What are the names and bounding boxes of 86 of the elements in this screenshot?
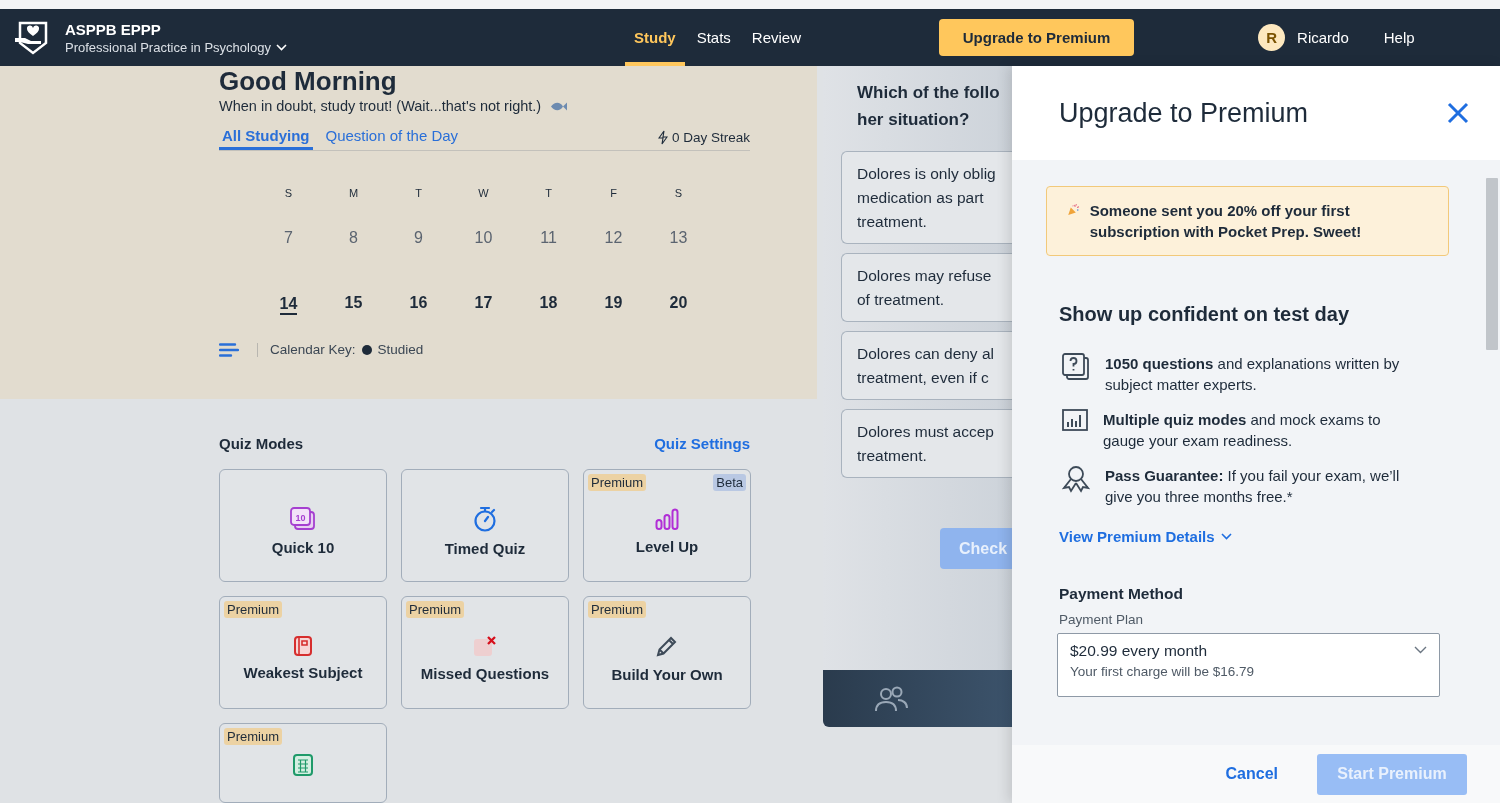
streak-count: 0 Day Streak: [671, 130, 750, 145]
quiz-mode-card[interactable]: Premium: [219, 723, 387, 803]
calendar-day[interactable]: 19: [604, 294, 623, 312]
pencil-icon: [655, 634, 679, 658]
calendar-day[interactable]: 9: [414, 229, 423, 247]
section-title: Payment Method: [1059, 585, 1184, 603]
logo-icon: [15, 21, 48, 55]
chevron-down-icon: [1220, 533, 1232, 540]
ribbon-award-icon: [1062, 465, 1090, 493]
question-cards-icon: [1062, 353, 1090, 381]
weekday-label: F: [610, 187, 617, 201]
exam-selector[interactable]: Professional Practice in Psychology: [65, 39, 625, 55]
answer-option[interactable]: Dolores must accep treatment.: [841, 409, 1012, 478]
calculator-icon: [293, 754, 313, 776]
weekday-label: W: [478, 187, 489, 201]
tagline: When in doubt, study trout! (Wait...that's not right.): [219, 98, 542, 114]
feature-text: Pass Guarantee: If you fail your exam, we’ll give you three months free.*: [1105, 466, 1401, 507]
calendar-day[interactable]: 14: [279, 294, 298, 315]
calendar-day[interactable]: 17: [474, 294, 493, 312]
question-text: Which of the follo her situation?: [856, 82, 1001, 131]
list-icon[interactable]: [219, 342, 239, 357]
quiz-settings-link[interactable]: Quiz Settings: [654, 435, 750, 452]
quiz-mode-card[interactable]: 10 Quick 10: [219, 469, 387, 582]
user-name[interactable]: Ricardo: [1297, 29, 1349, 46]
stopwatch-icon: [473, 506, 497, 532]
premium-badge: Premium: [224, 601, 282, 618]
answer-option[interactable]: Dolores can deny al treatment, even if c: [841, 331, 1012, 400]
premium-badge: Premium: [224, 728, 282, 745]
field-label: Payment Plan: [1059, 612, 1145, 627]
beta-badge: Beta: [713, 474, 746, 491]
chevron-down-icon: [275, 43, 287, 51]
lightning-icon: [657, 130, 668, 145]
close-icon: [1447, 102, 1469, 124]
help-link[interactable]: Help: [1377, 28, 1421, 47]
feature-text: Multiple quiz modes and mock exams to gauge your exam readiness.: [1103, 410, 1382, 451]
calendar-day[interactable]: 20: [669, 294, 688, 312]
section-heading: Show up confident on test day: [1059, 303, 1350, 326]
calendar-day[interactable]: 8: [349, 229, 358, 247]
premium-details-link[interactable]: View Premium Details: [1059, 528, 1232, 545]
fish-icon: [550, 100, 568, 112]
calendar-day[interactable]: 12: [604, 229, 623, 247]
tab[interactable]: All Studying: [219, 127, 313, 150]
calendar-day[interactable]: 15: [344, 294, 363, 312]
quiz-mode-card[interactable]: Premium Build Your Own: [583, 596, 751, 709]
answer-option[interactable]: Dolores may refuse of treatment.: [841, 253, 1012, 322]
bar-chart-icon: [1062, 409, 1088, 431]
people-icon[interactable]: [874, 685, 908, 712]
calendar-day[interactable]: 16: [409, 294, 428, 312]
section-title: Quiz Modes: [219, 435, 304, 452]
promo-text: Someone sent you 20% off your first subscription with Pocket Prep. Sweet!: [1089, 201, 1363, 242]
greeting-heading: Good Morning: [219, 66, 397, 96]
cancel-button[interactable]: Cancel: [1219, 764, 1284, 784]
weekday-label: S: [284, 187, 293, 201]
quiz-mode-card[interactable]: Premium Beta Level Up: [583, 469, 751, 582]
user-avatar[interactable]: R: [1258, 24, 1286, 51]
premium-badge: Premium: [588, 601, 646, 618]
calendar-day[interactable]: 7: [284, 229, 293, 247]
premium-badge: Premium: [588, 474, 646, 491]
nav-tab[interactable]: Review: [742, 9, 811, 66]
bar-levels-icon: [655, 508, 679, 530]
notebook-icon: [294, 636, 312, 656]
weekday-label: S: [674, 187, 683, 201]
weekday-label: T: [415, 187, 422, 201]
legend-label: Studied: [377, 342, 424, 357]
quiz-mode-card[interactable]: Timed Quiz: [401, 469, 569, 582]
weekday-label: M: [348, 187, 359, 201]
calendar-day[interactable]: 13: [669, 229, 688, 247]
quiz-mode-card[interactable]: Premium Missed Questions: [401, 596, 569, 709]
feature-text: 1050 questions and explanations written by subject matter experts.: [1105, 354, 1401, 395]
close-button[interactable]: [1447, 102, 1469, 124]
missed-x-icon: [473, 635, 497, 657]
premium-badge: Premium: [406, 601, 464, 618]
app-name: ASPPB EPPP: [65, 20, 162, 38]
tab[interactable]: Question of the Day: [322, 127, 462, 150]
calendar-day[interactable]: 18: [539, 294, 558, 312]
drawer-title: Upgrade to Premium: [1059, 97, 1309, 129]
quiz-mode-card[interactable]: Premium Weakest Subject: [219, 596, 387, 709]
answer-option[interactable]: Dolores is only oblig medication as part treatment.: [841, 151, 1012, 244]
calendar-day[interactable]: 10: [474, 229, 493, 247]
calendar-key-label: Calendar Key:: [270, 342, 356, 357]
weekday-label: T: [545, 187, 552, 201]
upgrade-button[interactable]: Upgrade to Premium: [939, 19, 1135, 56]
payment-plan-select[interactable]: $20.99 every month Your first charge will be $16.79: [1057, 633, 1440, 697]
nav-tab[interactable]: Stats: [687, 9, 740, 66]
chevron-down-icon: [1414, 646, 1427, 654]
calendar-day[interactable]: 11: [540, 229, 557, 247]
